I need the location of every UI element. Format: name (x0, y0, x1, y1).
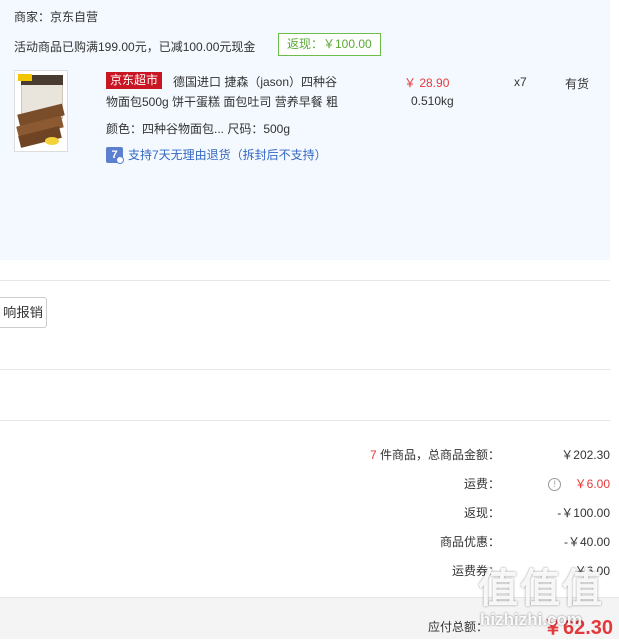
product-title-line2[interactable]: 物面包500g 饼干蛋糕 面包吐司 营养早餐 粗 (106, 93, 346, 110)
item-count: 7 (369, 448, 377, 462)
item-quantity: x7 (514, 75, 527, 89)
divider (0, 280, 610, 281)
summary-shipping-coupon: 运费券： -￥6.00 (340, 562, 610, 579)
summary-discount: 商品优惠： -￥40.00 (340, 533, 610, 550)
discount-value: -￥40.00 (563, 535, 610, 549)
stock-status: 有货 (565, 77, 590, 91)
promo-text: 活动商品已购满199.00元，已减100.00元现金 (14, 40, 256, 54)
total-value: ￥62.30 (543, 617, 614, 639)
cashback-label: 返现： (463, 506, 500, 520)
merchant-label: 商家：京东自营 (14, 10, 99, 24)
return-policy[interactable]: 7 支持7天无理由退货（拆封后不支持） (106, 146, 327, 164)
reimburse-button[interactable]: 响报销 (0, 297, 47, 328)
info-icon[interactable]: ! (548, 478, 562, 492)
product-spec: 颜色：四种谷物面包... 尺码：500g (106, 122, 291, 136)
summary-shipping: 运费： ! ￥6.00 (340, 475, 610, 492)
divider (0, 420, 610, 421)
cashback-badge: 返现：￥100.00 (278, 33, 381, 56)
shipping-value: ￥6.00 (574, 477, 610, 491)
summary-cashback: 返现： -￥100.00 (340, 504, 610, 521)
return-policy-text[interactable]: 支持7天无理由退货（拆封后不支持） (128, 146, 327, 163)
return-7day-icon: 7 (106, 146, 124, 164)
order-panel: 商家：京东自营 活动商品已购满199.00元，已减100.00元现金 返现：￥1… (0, 0, 610, 260)
brand-logo-icon (18, 74, 32, 81)
unit-price: ￥ 28.90 (404, 76, 450, 90)
cashback-value: -￥100.00 (557, 506, 610, 520)
total-bar (0, 597, 619, 639)
divider (0, 369, 610, 370)
jd-supermarket-tag: 京东超市 (106, 72, 163, 89)
shipping-coupon-label: 运费券： (451, 564, 500, 578)
shipping-label: 运费： (463, 477, 500, 491)
total-label: 应付总额： (428, 620, 489, 634)
discount-label: 商品优惠： (439, 535, 500, 549)
goods-total-value: ￥202.30 (561, 448, 610, 462)
product-title-line1[interactable]: 德国进口 捷森（jason）四种谷 (173, 73, 343, 90)
shipping-coupon-value: -￥6.00 (570, 564, 610, 578)
count-label: 件商品，总商品金额： (379, 448, 500, 462)
item-weight: 0.510kg (411, 94, 454, 108)
summary-goods-total: 7 件商品，总商品金额： ￥202.30 (340, 446, 610, 463)
product-thumbnail[interactable] (14, 70, 68, 152)
